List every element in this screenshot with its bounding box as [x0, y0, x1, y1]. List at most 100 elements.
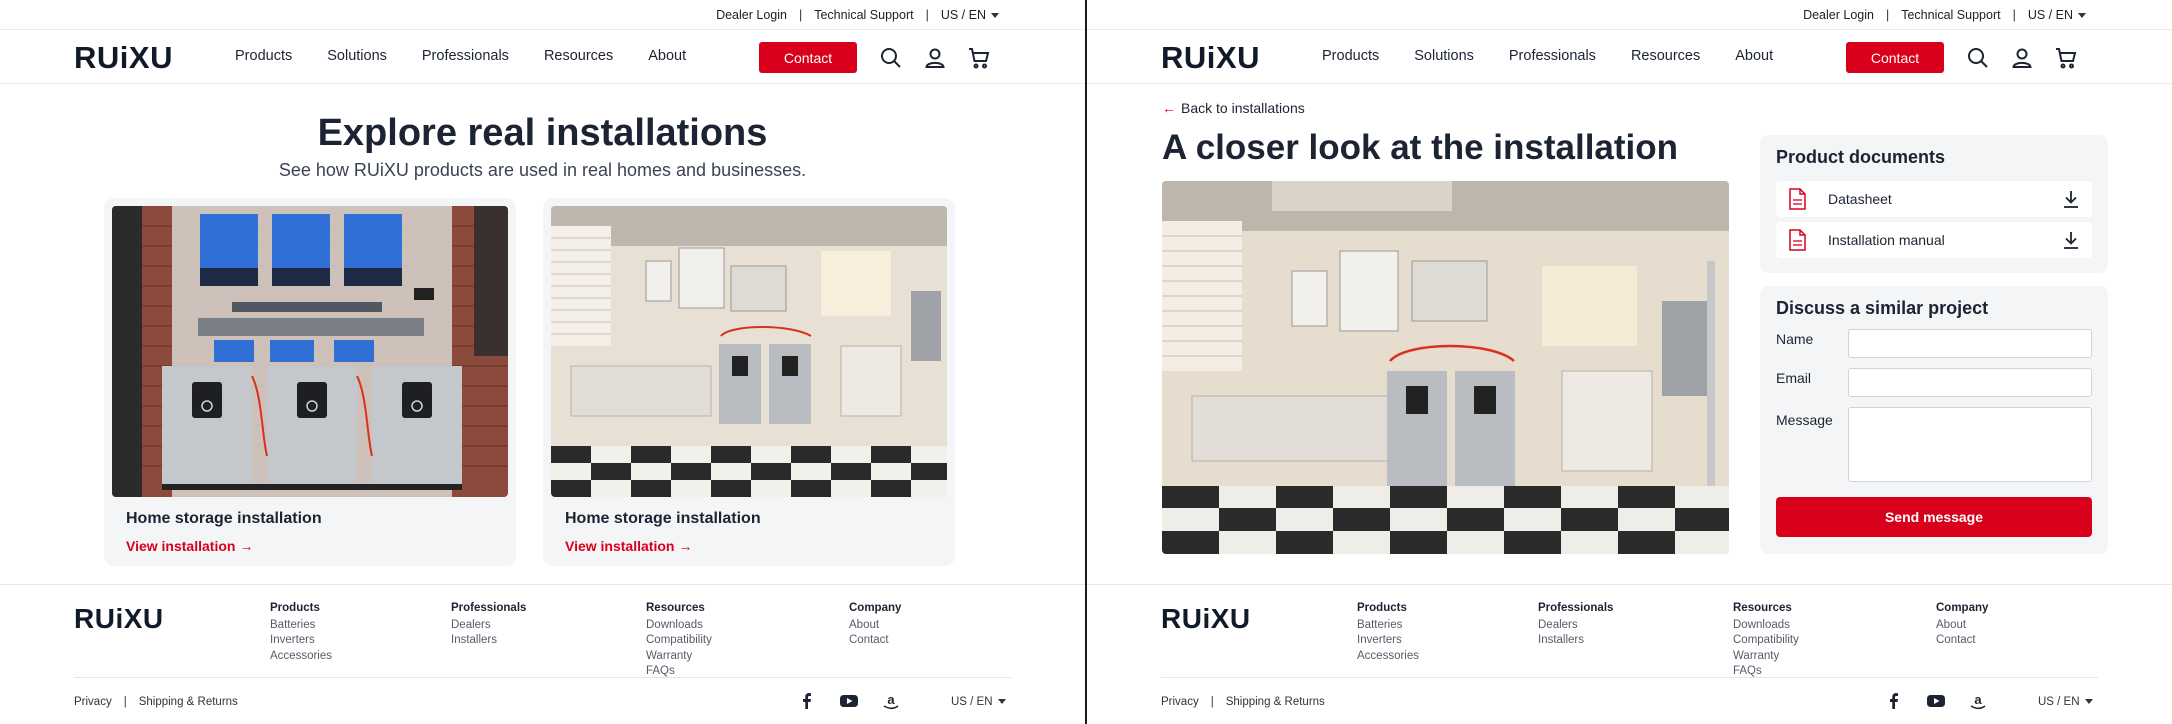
footer-link-inverters[interactable]: Inverters: [1357, 633, 1419, 649]
caret-down-icon: [2084, 699, 2093, 705]
page-title: A closer look at the installation: [1162, 128, 1679, 167]
user-icon[interactable]: [923, 46, 947, 70]
footer-link-contact[interactable]: Contact: [849, 633, 901, 649]
footer-heading: Company: [849, 602, 902, 614]
footer-link-dealers[interactable]: Dealers: [1538, 618, 1613, 634]
footer-link-installers[interactable]: Installers: [451, 633, 526, 649]
nav-professionals[interactable]: Professionals: [1509, 48, 1596, 64]
nav-professionals[interactable]: Professionals: [422, 48, 509, 64]
logo[interactable]: RUiXU: [74, 40, 173, 76]
nav-solutions[interactable]: Solutions: [327, 48, 387, 64]
footer-logo[interactable]: RUiXU: [74, 603, 164, 635]
nav-solutions[interactable]: Solutions: [1414, 48, 1474, 64]
footer-divider: [74, 677, 1011, 678]
search-icon[interactable]: [1966, 46, 1990, 70]
back-link[interactable]: ← Back to installations: [1162, 100, 1305, 116]
user-icon[interactable]: [2010, 46, 2034, 70]
amazon-icon[interactable]: a: [1968, 692, 1988, 715]
send-message-button[interactable]: Send message: [1776, 497, 2092, 537]
locale-label: US / EN: [2027, 7, 2073, 22]
name-field[interactable]: [1848, 329, 2092, 358]
view-installation-link[interactable]: View installation →: [126, 538, 253, 554]
locale-label: US / EN: [2038, 696, 2080, 708]
privacy-link[interactable]: Privacy: [1161, 696, 1199, 708]
privacy-link[interactable]: Privacy: [74, 696, 112, 708]
dealer-login-link[interactable]: Dealer Login: [716, 8, 787, 22]
dealer-login-link[interactable]: Dealer Login: [1803, 8, 1874, 22]
footer-logo[interactable]: RUiXU: [1161, 603, 1251, 635]
locale-label: US / EN: [940, 7, 986, 22]
cart-icon[interactable]: [2054, 46, 2078, 70]
technical-support-link[interactable]: Technical Support: [1901, 8, 2000, 22]
technical-support-link[interactable]: Technical Support: [814, 8, 913, 22]
footer-link-dealers[interactable]: Dealers: [451, 618, 526, 634]
installation-photo: [1162, 181, 1729, 554]
nav-about[interactable]: About: [648, 48, 686, 64]
footer-heading: Company: [1936, 602, 1989, 614]
locale-selector[interactable]: US / EN: [2028, 8, 2086, 22]
card-title: Home storage installation: [126, 510, 322, 527]
message-field[interactable]: [1848, 407, 2092, 482]
footer-link-batteries[interactable]: Batteries: [1357, 618, 1419, 634]
project-form-panel: Discuss a similar project Name Email Mes…: [1760, 286, 2108, 554]
footer-link-accessories[interactable]: Accessories: [270, 649, 332, 665]
nav-products[interactable]: Products: [1322, 48, 1379, 64]
youtube-icon[interactable]: [1926, 692, 1946, 715]
legal-separator: |: [123, 696, 127, 708]
document-row-installation-manual[interactable]: Installation manual: [1776, 222, 2092, 258]
footer-link-downloads[interactable]: Downloads: [646, 618, 712, 634]
footer-link-about[interactable]: About: [1936, 618, 1988, 634]
facebook-icon[interactable]: [1884, 692, 1904, 715]
page-subtitle: See how RUiXU products are used in real …: [278, 160, 807, 180]
document-label: Datasheet: [1828, 191, 1892, 207]
footer-link-warranty[interactable]: Warranty: [646, 649, 712, 665]
nav-products[interactable]: Products: [235, 48, 292, 64]
shipping-returns-link[interactable]: Shipping & Returns: [139, 696, 238, 708]
footer-link-warranty[interactable]: Warranty: [1733, 649, 1799, 665]
footer-column-professionals: Professionals Dealers Installers: [451, 601, 526, 649]
cart-icon[interactable]: [967, 46, 991, 70]
site-footer: RUiXU Products Batteries Inverters Acces…: [0, 584, 1085, 724]
facebook-icon[interactable]: [797, 692, 817, 715]
footer-link-batteries[interactable]: Batteries: [270, 618, 332, 634]
site-header: RUiXU Products Solutions Professionals R…: [0, 29, 1085, 84]
nav-resources[interactable]: Resources: [1631, 48, 1700, 64]
footer-link-about[interactable]: About: [849, 618, 901, 634]
nav-resources[interactable]: Resources: [544, 48, 613, 64]
search-icon[interactable]: [879, 46, 903, 70]
installation-card[interactable]: Home storage installation View installat…: [104, 198, 516, 566]
main-nav: Products Solutions Professionals Resourc…: [1322, 48, 1773, 64]
email-field[interactable]: [1848, 368, 2092, 397]
footer-column-resources: Resources Downloads Compatibility Warran…: [1733, 601, 1799, 680]
shipping-returns-link[interactable]: Shipping & Returns: [1226, 696, 1325, 708]
arrow-left-icon: ←: [1162, 100, 1176, 116]
document-row-datasheet[interactable]: Datasheet: [1776, 181, 2092, 217]
footer-column-products: Products Batteries Inverters Accessories: [270, 601, 332, 664]
footer-heading: Products: [1357, 602, 1407, 614]
footer-link-contact[interactable]: Contact: [1936, 633, 1988, 649]
contact-button[interactable]: Contact: [759, 42, 857, 73]
footer-link-inverters[interactable]: Inverters: [270, 633, 332, 649]
footer-column-professionals: Professionals Dealers Installers: [1538, 601, 1613, 649]
footer-link-compatibility[interactable]: Compatibility: [1733, 633, 1799, 649]
locale-selector[interactable]: US / EN: [941, 8, 999, 22]
footer-link-accessories[interactable]: Accessories: [1357, 649, 1419, 665]
footer-locale-selector[interactable]: US / EN: [951, 696, 1006, 708]
installation-card[interactable]: Home storage installation View installat…: [543, 198, 955, 566]
footer-locale-selector[interactable]: US / EN: [2038, 696, 2093, 708]
utility-bar: Dealer Login | Technical Support | US / …: [1087, 0, 2172, 29]
download-icon[interactable]: [2062, 230, 2080, 250]
detail-page: Dealer Login | Technical Support | US / …: [1087, 0, 2172, 724]
contact-button[interactable]: Contact: [1846, 42, 1944, 73]
amazon-icon[interactable]: a: [881, 692, 901, 715]
youtube-icon[interactable]: [839, 692, 859, 715]
footer-link-downloads[interactable]: Downloads: [1733, 618, 1799, 634]
view-installation-link[interactable]: View installation →: [565, 538, 692, 554]
footer-link-installers[interactable]: Installers: [1538, 633, 1613, 649]
footer-column-resources: Resources Downloads Compatibility Warran…: [646, 601, 712, 680]
social-links: a: [797, 692, 901, 715]
nav-about[interactable]: About: [1735, 48, 1773, 64]
download-icon[interactable]: [2062, 189, 2080, 209]
logo[interactable]: RUiXU: [1161, 40, 1260, 76]
footer-link-compatibility[interactable]: Compatibility: [646, 633, 712, 649]
